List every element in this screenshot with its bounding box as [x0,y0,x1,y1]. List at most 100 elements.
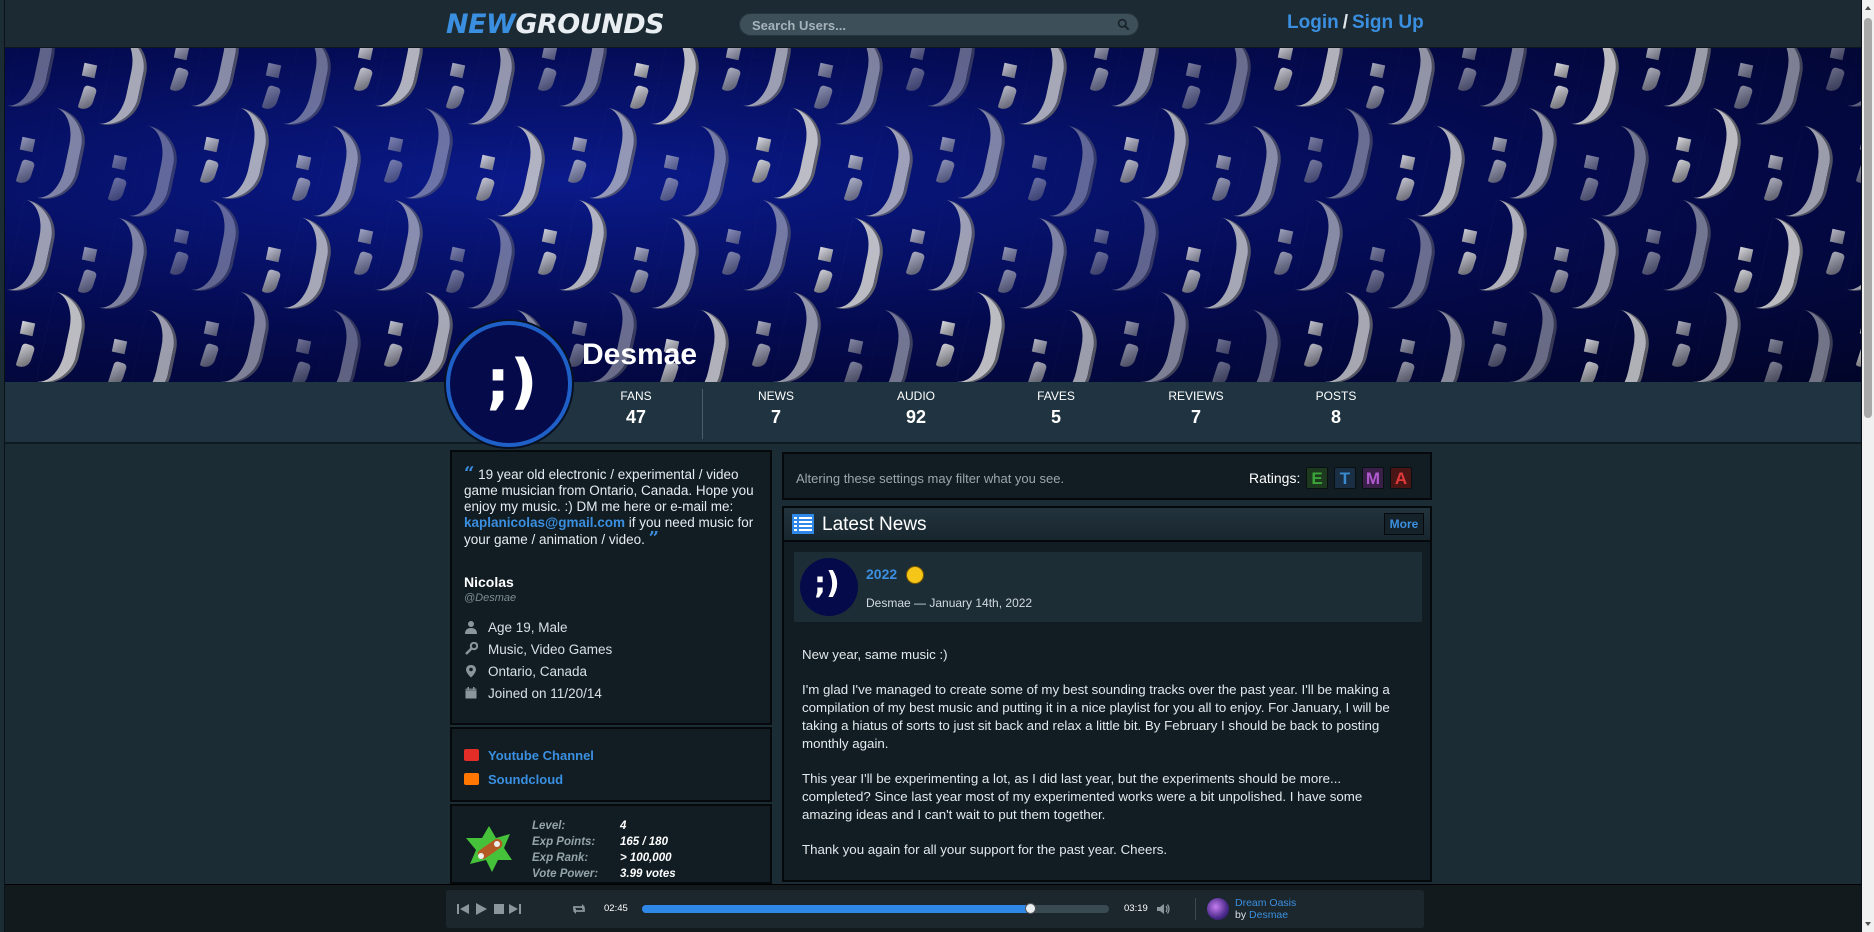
banner-wink-face [1487,291,1567,382]
banner-wink-face [169,48,249,113]
login-link[interactable]: Login [1287,12,1339,33]
bio-panel: “ 19 year old electronic / experimental … [450,450,772,725]
banner-wink-face [15,291,95,382]
bio-text: “ 19 year old electronic / experimental … [464,463,754,549]
banner-wink-face [1119,107,1199,205]
info-interests: Music, Video Games [464,638,758,660]
banner-wink-face [15,107,95,205]
song-thumbnail[interactable] [1207,898,1229,920]
stat-faves[interactable]: FAVES 5 [1011,389,1101,428]
page-scrollbar[interactable] [1862,0,1874,932]
total-time: 03:19 [1124,903,1148,914]
banner-wink-face [1303,107,1383,205]
profile-username: Desmae [582,338,698,371]
email-link[interactable]: kaplanicolas@gmail.com [464,515,625,530]
banner-wink-face [537,48,617,113]
audio-player: 02:45 03:19 Dream Oasis by Desmae [446,890,1424,928]
signup-link[interactable]: Sign Up [1352,12,1424,33]
links-panel: Youtube Channel Soundcloud [450,727,772,802]
content-filter-bar: Altering these settings may filter what … [782,452,1432,500]
banner-wink-face [5,48,65,113]
search-box [739,13,1139,36]
link-soundcloud[interactable]: Soundcloud [464,767,758,791]
location-pin-icon [466,665,476,678]
right-column: Altering these settings may filter what … [782,452,1432,882]
banner-wink-face [1763,309,1843,382]
banner-wink-face [199,291,279,382]
post-paragraph: Thank you again for all your support for… [802,842,1168,857]
link-youtube[interactable]: Youtube Channel [464,743,758,767]
scrollbar-thumb[interactable] [1864,18,1872,418]
seek-handle[interactable] [1024,903,1036,914]
info-joined: Joined on 11/20/14 [464,682,758,704]
stat-news[interactable]: NEWS 7 [731,389,821,428]
player-divider [1195,898,1196,920]
play-icon[interactable] [474,902,488,916]
banner-wink-face [1671,291,1751,382]
auth-links: Login / Sign Up [1287,12,1424,33]
volume-icon[interactable] [1156,902,1170,916]
now-playing: Dream Oasis by Desmae [1235,897,1297,921]
stat-reviews[interactable]: REVIEWS 7 [1151,389,1241,428]
banner-wink-face [843,309,923,382]
banner-wink-face [1855,294,1861,382]
news-list-icon [792,514,814,534]
real-name: Nicolas [464,574,514,590]
profile-banner [5,48,1861,382]
scroll-up-icon[interactable] [1864,4,1872,12]
level-badge-icon [466,826,512,872]
profile-avatar[interactable]: ;) [446,321,572,447]
rating-a-toggle[interactable]: A [1390,467,1412,489]
newgrounds-logo[interactable]: NEWGROUNDS [446,9,665,40]
top-bar: NEWGROUNDS Login/Sign Up [5,0,1861,48]
elapsed-time: 02:45 [604,903,628,914]
banner-wink-face [567,107,647,205]
rating-t-toggle[interactable]: T [1334,467,1356,489]
search-icon[interactable] [1117,18,1130,31]
stop-icon[interactable] [492,902,506,916]
banner-wink-face [1211,309,1291,382]
song-artist-link[interactable]: Desmae [1249,909,1288,921]
youtube-icon [464,749,479,761]
banner-wink-face [1119,291,1199,382]
search-input[interactable] [752,16,1102,34]
audio-player-bar: 02:45 03:19 Dream Oasis by Desmae [5,884,1861,932]
banner-wink-face [721,199,801,297]
rating-e-toggle[interactable]: E [1306,467,1328,489]
banner-wink-face [1303,291,1383,382]
banner-wink-face [1671,107,1751,205]
calendar-icon [465,687,477,699]
repeat-icon[interactable] [572,902,586,916]
smirk-emoji-icon [906,566,924,584]
banner-wink-face [751,107,831,205]
stat-audio[interactable]: AUDIO 92 [871,389,961,428]
post-title-link[interactable]: 2022 [866,566,897,582]
scroll-down-icon[interactable] [1864,920,1872,928]
banner-wink-face [935,291,1015,382]
post-paragraph: I'm glad I've managed to create some of … [802,682,1390,751]
next-track-icon[interactable] [508,902,522,916]
more-news-button[interactable]: More [1384,513,1424,535]
user-handle: @Desmae [464,592,517,604]
banner-wink-face [1089,199,1169,297]
post-author-avatar[interactable]: ;) [800,558,858,616]
seek-bar-fill [642,905,1030,913]
seek-bar[interactable] [642,903,1109,914]
previous-track-icon[interactable] [456,902,470,916]
stat-posts[interactable]: POSTS 8 [1291,389,1381,428]
banner-wink-face [199,107,279,205]
info-location: Ontario, Canada [464,660,758,682]
banner-wink-face [107,309,187,382]
user-icon [465,621,477,634]
banner-wink-face [751,291,831,382]
latest-news-header: Latest News More [782,506,1432,542]
wrench-icon [465,642,478,655]
user-info-list: Age 19, Male Music, Video Games Ontario,… [464,616,758,704]
banner-wink-face [905,199,985,297]
song-title-link[interactable]: Dream Oasis [1235,897,1296,909]
level-stats: Level: 4 Exp Points: 165 / 180 Exp Rank: > … [532,820,676,880]
stat-fans[interactable]: FANS 47 [591,389,681,428]
banner-wink-face [1855,110,1861,200]
rating-m-toggle[interactable]: M [1362,467,1384,489]
level-panel: Level: 4 Exp Points: 165 / 180 Exp Rank: > … [450,804,772,884]
